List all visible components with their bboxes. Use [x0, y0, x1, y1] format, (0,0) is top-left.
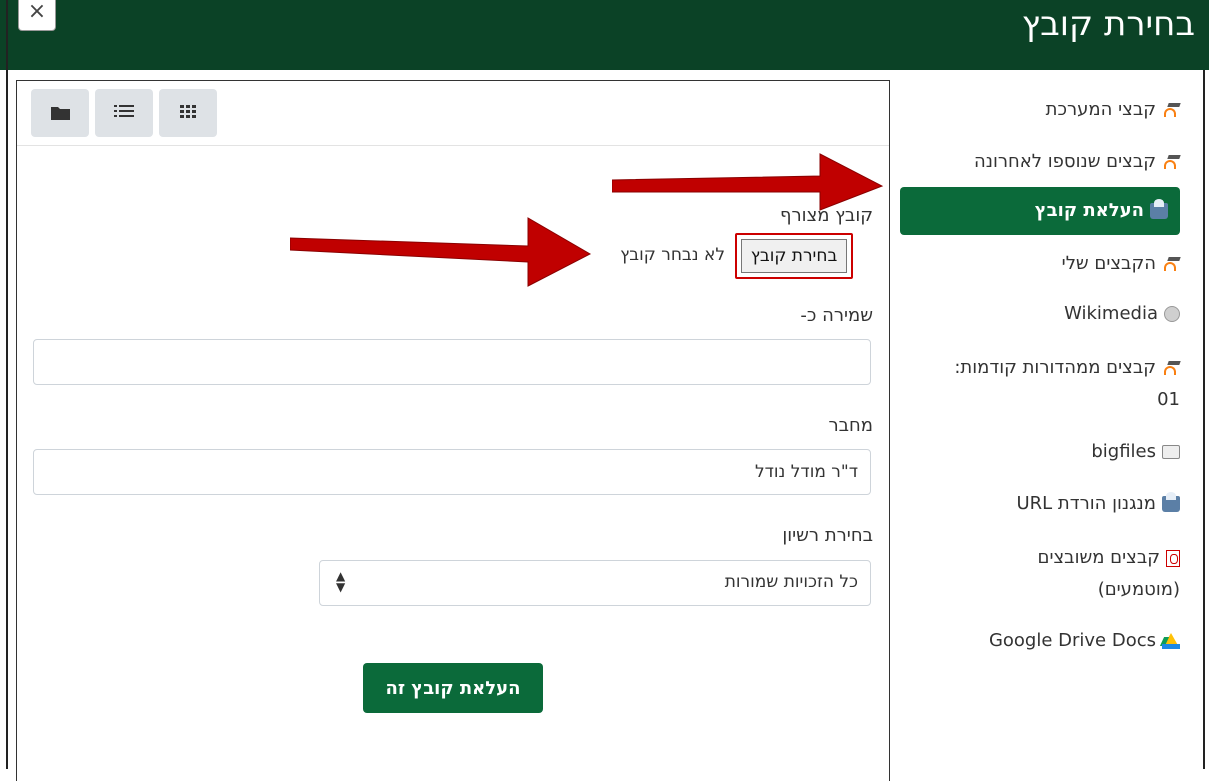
folder-view-button[interactable] [31, 89, 89, 137]
sidebar-item-recent-files[interactable]: קבצים שנוספו לאחרונה [920, 146, 1180, 178]
select-arrows-icon: ▲ ▼ [336, 569, 346, 594]
sidebar-item-label: קבצים ממהדורות קודמות: [954, 357, 1156, 378]
sidebar-item-google-drive[interactable]: Google Drive Docs [920, 625, 1180, 657]
choose-file-highlight: בחירת קובץ [735, 233, 853, 279]
close-icon: × [27, 0, 47, 24]
google-drive-icon [1159, 633, 1180, 649]
grid-icon [180, 105, 196, 118]
moodle-icon [1162, 257, 1180, 271]
grid-view-button[interactable] [159, 89, 217, 137]
sidebar-item-private-files[interactable]: הקבצים שלי [920, 248, 1180, 280]
pdf-icon [1166, 549, 1180, 567]
toolbar-divider [17, 145, 889, 146]
sidebar-item-url-downloader[interactable]: מנגנון הורדת URL [920, 488, 1180, 520]
hard-drive-icon [1162, 445, 1180, 459]
sidebar-item-label: קבצי המערכת [1045, 99, 1156, 120]
save-as-label: שמירה כ- [800, 305, 873, 326]
dialog-title: בחירת קובץ [1021, 4, 1195, 44]
sidebar-item-upload-file[interactable]: העלאת קובץ [900, 187, 1180, 235]
sidebar-item-label: Google Drive Docs [988, 630, 1156, 651]
sidebar-item-label: העלאת קובץ [1034, 200, 1144, 221]
choose-file-button[interactable]: בחירת קובץ [741, 239, 847, 273]
sidebar-item-label: הקבצים שלי [1061, 253, 1156, 274]
sidebar-item-label-line2: (מוטמעים) [1097, 579, 1180, 600]
dialog-header: × בחירת קובץ [0, 0, 1209, 70]
sidebar-item-server-files[interactable]: קבצי המערכת [920, 94, 1180, 126]
sidebar-item-label: מנגנון הורדת URL [1016, 493, 1156, 514]
sidebar-item-label: קבצים שנוספו לאחרונה [973, 151, 1156, 172]
moodle-icon [1162, 155, 1180, 169]
list-icon [114, 105, 134, 117]
close-button[interactable]: × [18, 0, 56, 31]
list-view-button[interactable] [95, 89, 153, 137]
sidebar-item-wikimedia[interactable]: Wikimedia [920, 298, 1180, 330]
moodle-icon [1162, 103, 1180, 117]
moodle-icon [1162, 361, 1180, 375]
sidebar-item-label: Wikimedia [1064, 303, 1158, 324]
author-input[interactable] [33, 449, 871, 495]
arrow-annotation-icon [290, 217, 592, 287]
sidebar-item-bigfiles[interactable]: bigfiles [920, 436, 1180, 468]
arrow-annotation-icon [612, 153, 884, 211]
license-label: בחירת רשיון [782, 525, 873, 546]
sidebar-item-previous-versions[interactable]: קבצים ממהדורות קודמות: 01 [920, 352, 1180, 416]
sidebar-item-label: קבצים משובצים [1037, 547, 1160, 568]
license-select[interactable]: כל הזכויות שמורות ▲ ▼ [319, 560, 871, 606]
sidebar-item-label: bigfiles [1091, 441, 1156, 462]
upload-icon [1150, 199, 1168, 219]
save-as-input[interactable] [33, 339, 871, 385]
no-file-chosen-text: לא נבחר קובץ [620, 245, 725, 265]
sidebar-item-embedded-files[interactable]: קבצים משובצים (מוטמעים) [920, 542, 1180, 606]
folder-icon [51, 107, 70, 120]
upload-icon [1162, 492, 1180, 512]
dialog-border-left [6, 0, 8, 769]
upload-this-file-button[interactable]: העלאת קובץ זה [363, 663, 543, 713]
sidebar-item-label-line2: 01 [1157, 389, 1180, 410]
globe-icon [1164, 306, 1180, 322]
dialog-border-right [1203, 70, 1205, 769]
license-selected-value: כל הזכויות שמורות [724, 572, 858, 592]
author-label: מחבר [828, 415, 873, 436]
